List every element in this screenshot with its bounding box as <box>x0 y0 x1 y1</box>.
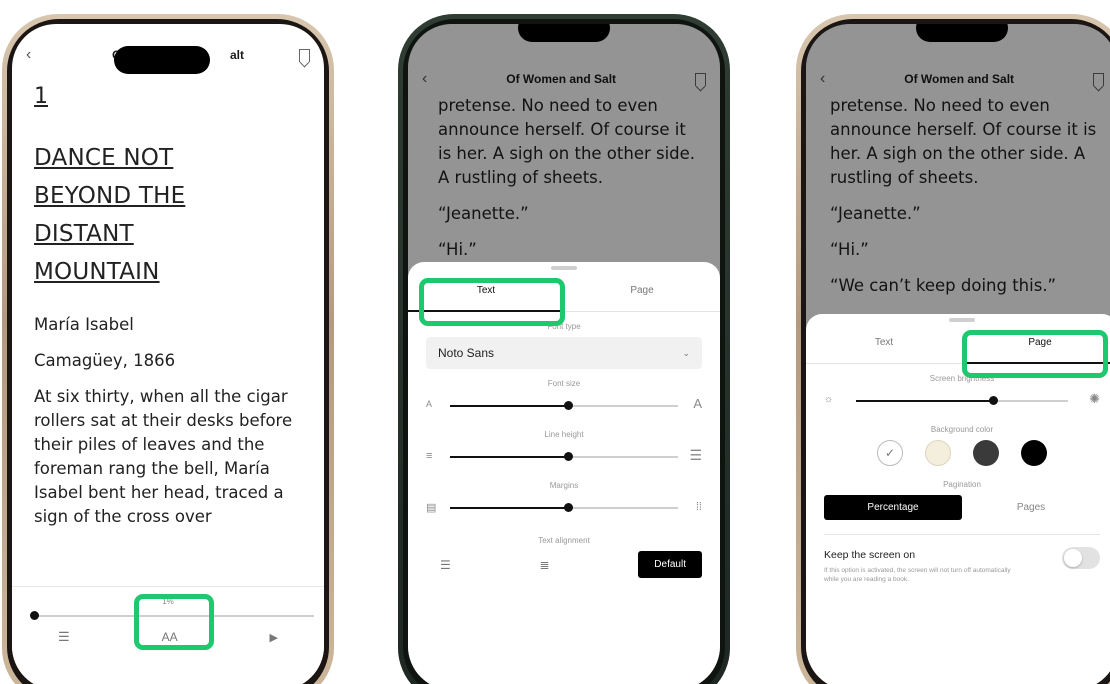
play-icon[interactable]: ▶ <box>270 631 278 644</box>
brightness-low-icon: ☼ <box>824 394 834 405</box>
highlight-page-tab <box>962 330 1108 378</box>
line-height-wide-icon: ☰ <box>689 447 702 463</box>
phone-frame-2: ‹ Of Women and Salt pretense. No need to… <box>398 14 730 684</box>
keep-screen-on-row: Keep the screen on If this option is act… <box>824 534 1100 584</box>
highlight-text-settings <box>134 594 214 650</box>
font-type-value: Noto Sans <box>438 346 495 360</box>
font-size-slider[interactable]: A A <box>426 394 702 420</box>
line-height-label: Line height <box>544 430 584 439</box>
margins-narrow-icon: ▤ <box>426 502 437 514</box>
dynamic-island <box>916 24 1008 42</box>
keep-screen-on-description: If this option is activated, the screen … <box>824 567 1011 583</box>
alignment-options: ☰ ≣ Default <box>426 551 702 578</box>
brightness-high-icon: ✺ <box>1089 391 1100 406</box>
dynamic-island <box>114 46 210 74</box>
font-size-knob[interactable] <box>564 401 574 410</box>
font-size-label: Font size <box>547 379 581 388</box>
bookmark-icon[interactable] <box>299 48 310 62</box>
line-height-knob[interactable] <box>564 452 574 461</box>
margins-fill <box>450 507 569 509</box>
line-height-compact-icon: ≡ <box>426 450 433 462</box>
tab-text[interactable]: Text <box>806 337 962 348</box>
font-type-select[interactable]: Noto Sans ⌄ <box>426 337 702 369</box>
brightness-fill <box>856 400 994 402</box>
highlight-text-tab <box>419 278 565 326</box>
line-height-fill <box>450 456 569 458</box>
background-color-options: ✓ <box>806 440 1110 466</box>
margins-slider[interactable]: ▤ ⁞⁞ <box>426 496 702 522</box>
margins-wide-icon: ⁞⁞ <box>695 501 702 513</box>
bg-sepia-swatch[interactable] <box>925 440 951 466</box>
align-left-icon[interactable]: ☰ <box>426 558 451 572</box>
keep-screen-on-label: Keep the screen on <box>824 549 916 561</box>
keep-screen-on-toggle[interactable] <box>1062 547 1100 569</box>
phone-frame-1: ‹ Of alt 1 DANCE NOT BEYOND THE DISTANT … <box>2 14 334 684</box>
bg-black-swatch[interactable] <box>1021 440 1047 466</box>
pagination-percentage-option[interactable]: Percentage <box>824 495 962 520</box>
chapter-number: 1 <box>34 84 48 109</box>
bg-dark-gray-swatch[interactable] <box>973 440 999 466</box>
tab-page[interactable]: Page <box>564 285 720 296</box>
pagination-label: Pagination <box>943 480 981 489</box>
background-color-label: Background color <box>930 425 994 434</box>
font-large-icon: A <box>693 396 702 411</box>
pagination-toggle: Percentage Pages <box>824 495 1100 520</box>
margins-knob[interactable] <box>564 503 574 512</box>
bg-white-swatch[interactable]: ✓ <box>877 440 903 466</box>
checkmark-icon: ✓ <box>884 446 896 460</box>
paragraph: At six thirty, when all the cigar roller… <box>34 387 293 526</box>
alignment-default-button[interactable]: Default <box>638 551 702 578</box>
reader-screen: ‹ Of alt 1 DANCE NOT BEYOND THE DISTANT … <box>12 24 324 684</box>
font-small-icon: A <box>426 399 433 409</box>
brightness-knob[interactable] <box>989 396 999 405</box>
margins-label: Margins <box>549 481 579 490</box>
dynamic-island <box>518 24 610 42</box>
chevron-down-icon: ⌄ <box>682 347 690 358</box>
table-of-contents-icon[interactable]: ☰ <box>58 629 70 645</box>
progress-knob[interactable] <box>30 611 39 620</box>
paragraph: María Isabel <box>34 315 134 334</box>
line-height-slider[interactable]: ≡ ☰ <box>426 445 702 471</box>
chapter-text: 1 DANCE NOT BEYOND THE DISTANT MOUNTAIN … <box>34 84 308 541</box>
text-alignment-label: Text alignment <box>538 536 590 545</box>
align-justify-icon[interactable]: ≣ <box>540 558 550 572</box>
chapter-title: DANCE NOT BEYOND THE DISTANT MOUNTAIN <box>34 145 186 285</box>
font-size-fill <box>450 405 569 407</box>
back-chevron-icon[interactable]: ‹ <box>26 46 31 64</box>
reader-screen-text-settings: ‹ Of Women and Salt pretense. No need to… <box>408 24 720 684</box>
pagination-pages-option[interactable]: Pages <box>962 495 1100 520</box>
brightness-slider[interactable]: ☼ ✺ <box>824 389 1100 415</box>
book-title-partial-right: alt <box>230 48 245 62</box>
paragraph: Camagüey, 1866 <box>34 351 176 370</box>
